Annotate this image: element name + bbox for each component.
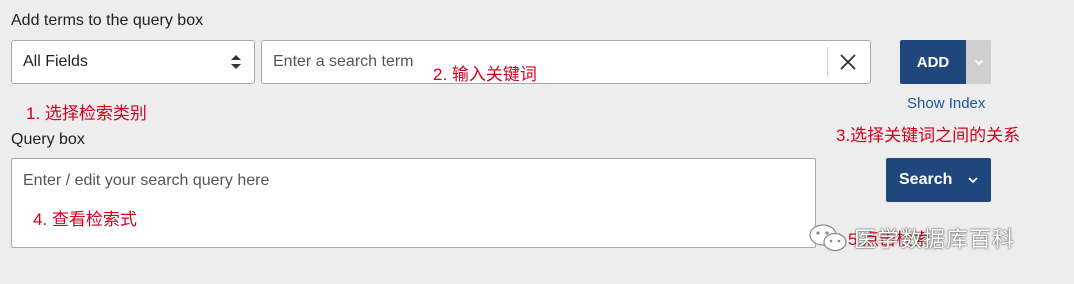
field-select-value: All Fields [23, 53, 88, 70]
show-index-link[interactable]: Show Index [907, 95, 985, 112]
builder-heading: Add terms to the query box [11, 12, 204, 29]
chevron-down-icon [968, 177, 978, 184]
wechat-icon [809, 224, 847, 252]
annotation-step3: 3.选择关键词之间的关系 [836, 126, 1021, 145]
annotation-step4: 4. 查看检索式 [33, 210, 137, 229]
search-term-placeholder: Enter a search term [273, 53, 414, 70]
select-arrows-icon [231, 55, 241, 69]
add-button[interactable]: ADD [900, 40, 966, 84]
search-button[interactable]: Search [886, 158, 991, 202]
search-button-label: Search [899, 171, 953, 188]
field-select[interactable]: All Fields [11, 40, 255, 84]
clear-divider [827, 47, 828, 77]
add-operator-dropdown[interactable] [966, 40, 991, 84]
close-icon[interactable] [839, 53, 857, 71]
watermark: 医学数据库百科 [808, 222, 1015, 254]
search-term-input[interactable]: Enter a search term [261, 40, 871, 84]
annotation-step1: 1. 选择检索类别 [26, 104, 147, 123]
chevron-down-icon [974, 59, 983, 66]
annotation-step2: 2. 输入关键词 [433, 65, 537, 84]
query-box-heading: Query box [11, 131, 85, 148]
watermark-text: 医学数据库百科 [854, 227, 1016, 252]
query-placeholder: Enter / edit your search query here [23, 172, 270, 189]
query-textarea[interactable]: Enter / edit your search query here [11, 158, 816, 248]
